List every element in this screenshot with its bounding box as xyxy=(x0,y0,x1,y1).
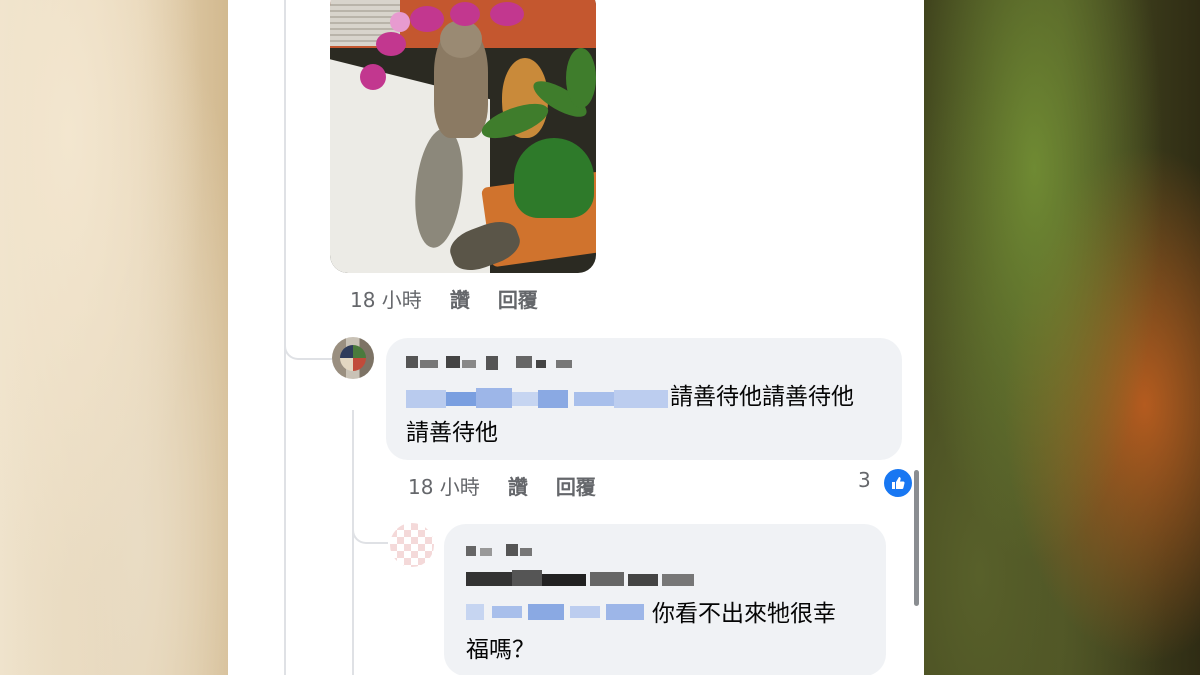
comment-2-text-line-2: 福嗎？ xyxy=(466,637,535,663)
comment-1-mention-redacted[interactable] xyxy=(406,386,668,412)
commenter-1-avatar[interactable] xyxy=(332,337,374,379)
scrollbar[interactable] xyxy=(914,470,919,606)
commenter-2-avatar[interactable] xyxy=(390,523,434,567)
photo-time: 18 小時 xyxy=(350,288,422,312)
comment-1-time: 18 小時 xyxy=(408,475,480,499)
comment-1-reply-button[interactable]: 回覆 xyxy=(556,471,596,500)
comments-panel[interactable]: 18 小時 讚 回覆 請善待他請善待他 請善待他 18 小時 讚 回覆 3 你看… xyxy=(228,0,924,675)
comment-2-bubble[interactable]: 你看不出來牠很幸 福嗎？ xyxy=(444,524,886,675)
photo-like-button[interactable]: 讚 xyxy=(450,284,470,313)
comment-1-like-count[interactable]: 3 xyxy=(858,468,871,492)
comment-2-quoted-redacted[interactable] xyxy=(466,568,698,590)
thread-line-reply-curve xyxy=(352,510,388,544)
blurred-background-left xyxy=(0,0,228,675)
photo-reply-button[interactable]: 回覆 xyxy=(498,284,538,313)
comment-1-text-line-1: 請善待他請善待他 xyxy=(670,384,854,410)
commenter-2-name-redacted[interactable] xyxy=(466,540,536,560)
photo-meta-row: 18 小時 讚 回覆 xyxy=(350,284,538,313)
comment-2-text-line-1: 你看不出來牠很幸 xyxy=(652,601,836,627)
comment-1-like-button[interactable]: 讚 xyxy=(508,471,528,500)
comment-1-bubble[interactable]: 請善待他請善待他 請善待他 xyxy=(386,338,902,460)
thumbs-up-icon[interactable] xyxy=(882,467,914,499)
commenter-1-name-redacted[interactable] xyxy=(406,352,576,372)
cat-photo[interactable] xyxy=(330,0,596,273)
comment-1-text-line-2: 請善待他 xyxy=(406,420,498,446)
comment-2-mention-redacted[interactable] xyxy=(466,600,646,624)
thread-line-curve xyxy=(284,330,332,360)
blurred-background-right xyxy=(924,0,1200,675)
thread-line-reply xyxy=(352,410,354,675)
comment-1-meta-row: 18 小時 讚 回覆 xyxy=(408,471,596,500)
